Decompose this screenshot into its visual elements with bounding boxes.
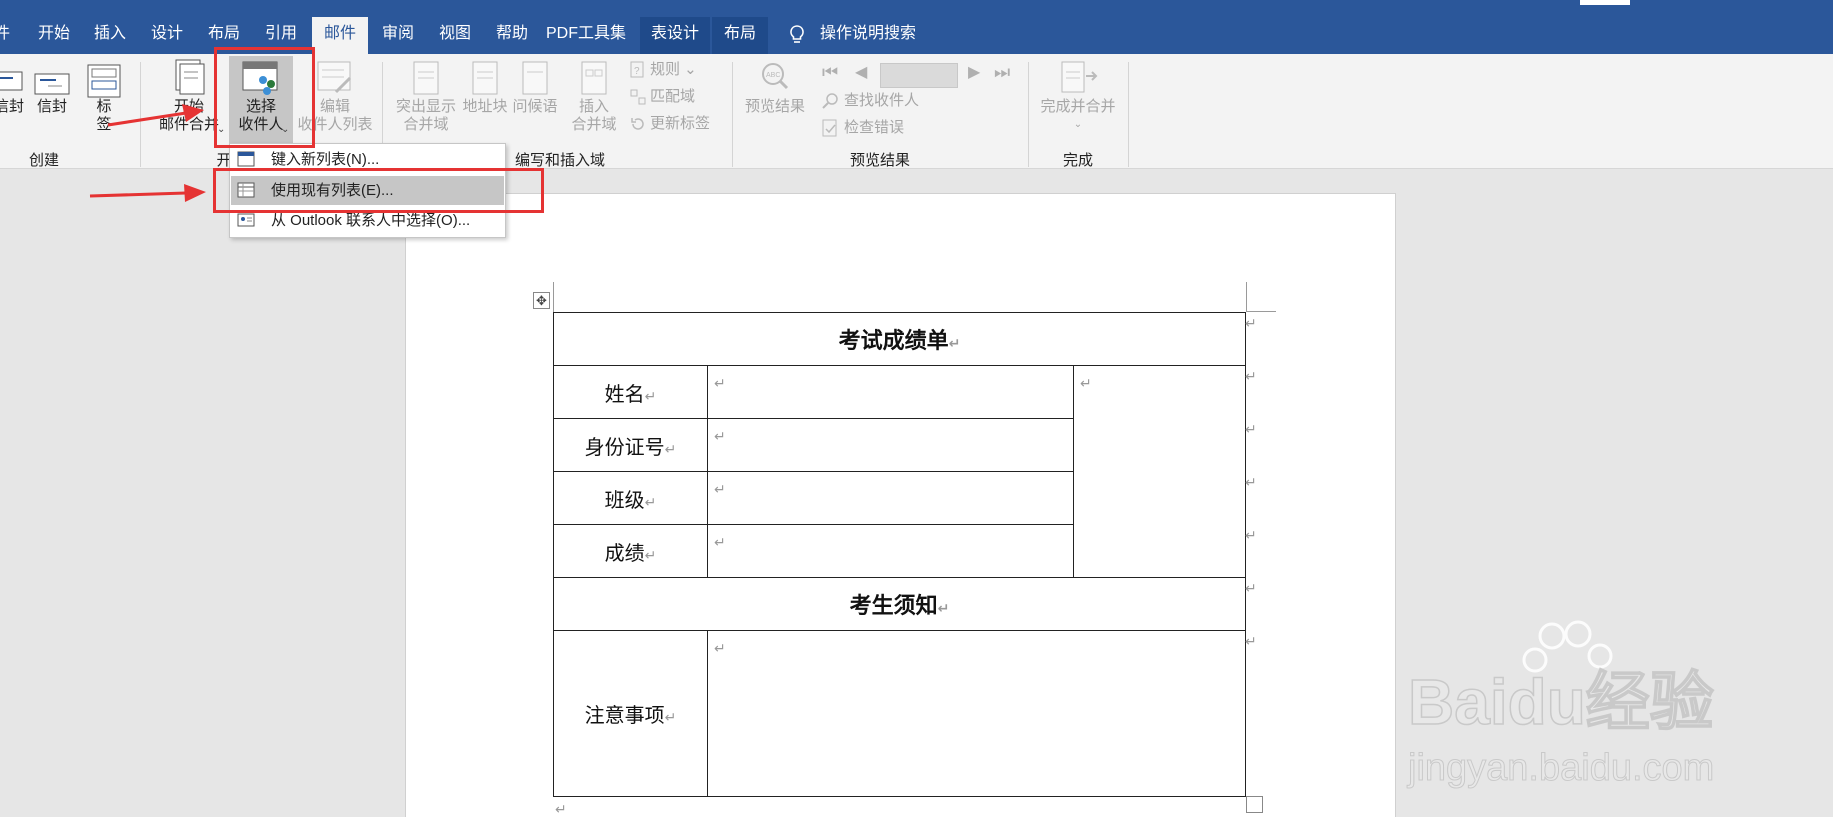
arrow-to-existing-list-icon xyxy=(89,184,206,202)
baidu-jingyan-watermark: Baidu经验 jingyan.baidu.com xyxy=(1407,620,1715,790)
watermark-brand: Baidu经验 xyxy=(1408,666,1714,738)
watermark-url: jingyan.baidu.com xyxy=(1407,747,1714,789)
arrow-to-select-recipients-icon xyxy=(107,104,204,127)
